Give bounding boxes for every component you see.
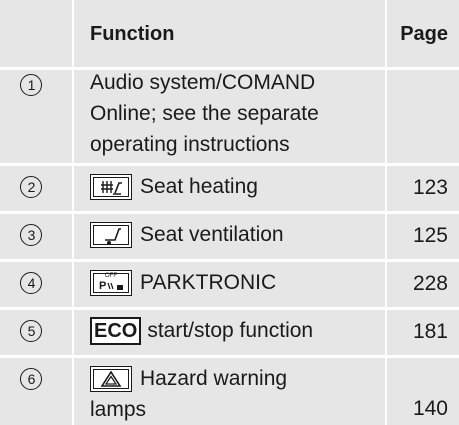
function-text: Hazard warning lamps bbox=[90, 366, 288, 421]
eco-button-icon: ECO bbox=[90, 317, 142, 346]
page-number: 140 bbox=[412, 397, 448, 420]
page-number: 123 bbox=[412, 176, 448, 199]
function-text: OFF P PARKTRONIC bbox=[90, 267, 276, 298]
function-text: Seat heating bbox=[90, 171, 258, 202]
column-divider bbox=[72, 0, 74, 425]
column-divider bbox=[385, 0, 387, 425]
seat-ventilation-icon bbox=[90, 222, 132, 249]
item-number: 5 bbox=[20, 320, 44, 344]
page-number: 125 bbox=[412, 224, 448, 247]
seat-heating-icon bbox=[90, 174, 132, 201]
page-number: 181 bbox=[412, 320, 448, 343]
item-number: 4 bbox=[20, 272, 44, 296]
function-text: ECO start/stop function bbox=[90, 315, 313, 346]
page-header: Page bbox=[400, 23, 448, 45]
item-number: 6 bbox=[20, 368, 44, 392]
item-number: 3 bbox=[20, 224, 44, 248]
parktronic-icon: OFF P bbox=[90, 270, 132, 297]
item-number: 1 bbox=[20, 74, 44, 98]
item-number: 2 bbox=[20, 176, 44, 200]
function-header: Function bbox=[90, 23, 175, 45]
function-text: Audio system/COMAND Online; see the sepa… bbox=[90, 71, 319, 156]
page-number: 228 bbox=[412, 272, 448, 295]
header-row bbox=[0, 0, 459, 67]
hazard-warning-icon bbox=[90, 366, 132, 393]
function-text: Seat ventilation bbox=[90, 219, 284, 250]
